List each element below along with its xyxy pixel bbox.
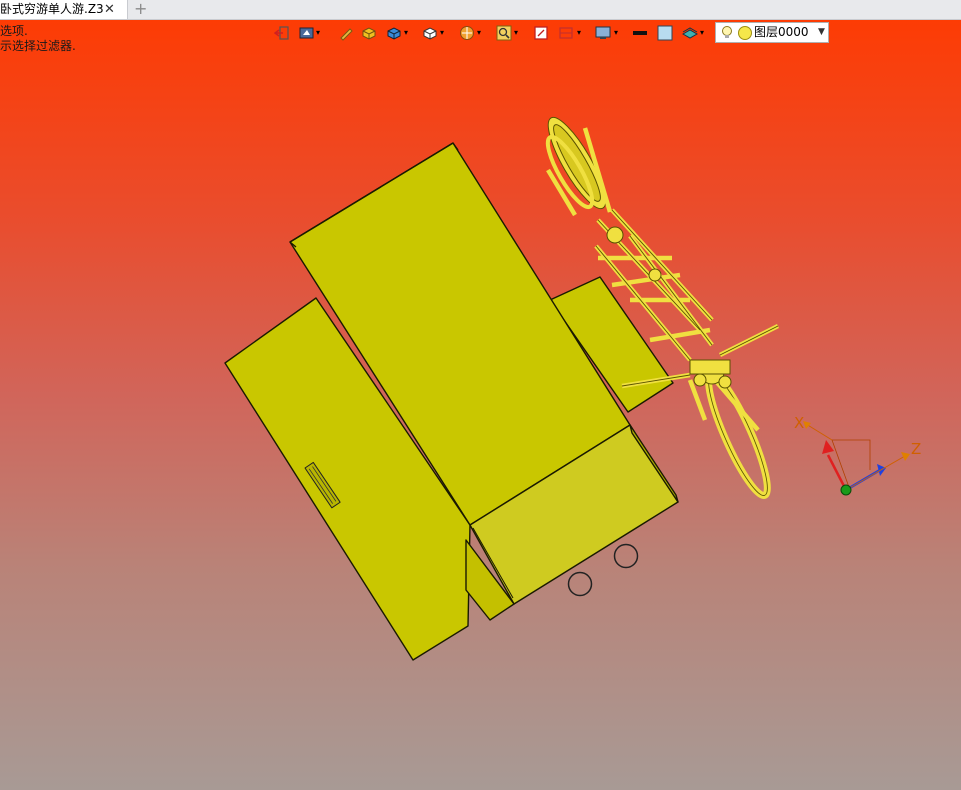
model-viewport[interactable]: X Z xyxy=(0,0,961,790)
trailer-model[interactable] xyxy=(224,142,679,661)
axis-z-label: Z xyxy=(911,440,921,458)
axis-x-label: X xyxy=(794,414,804,432)
wheel-right[interactable] xyxy=(613,543,639,569)
wheel-left[interactable] xyxy=(567,571,593,597)
axis-triad: X Z xyxy=(794,414,921,496)
